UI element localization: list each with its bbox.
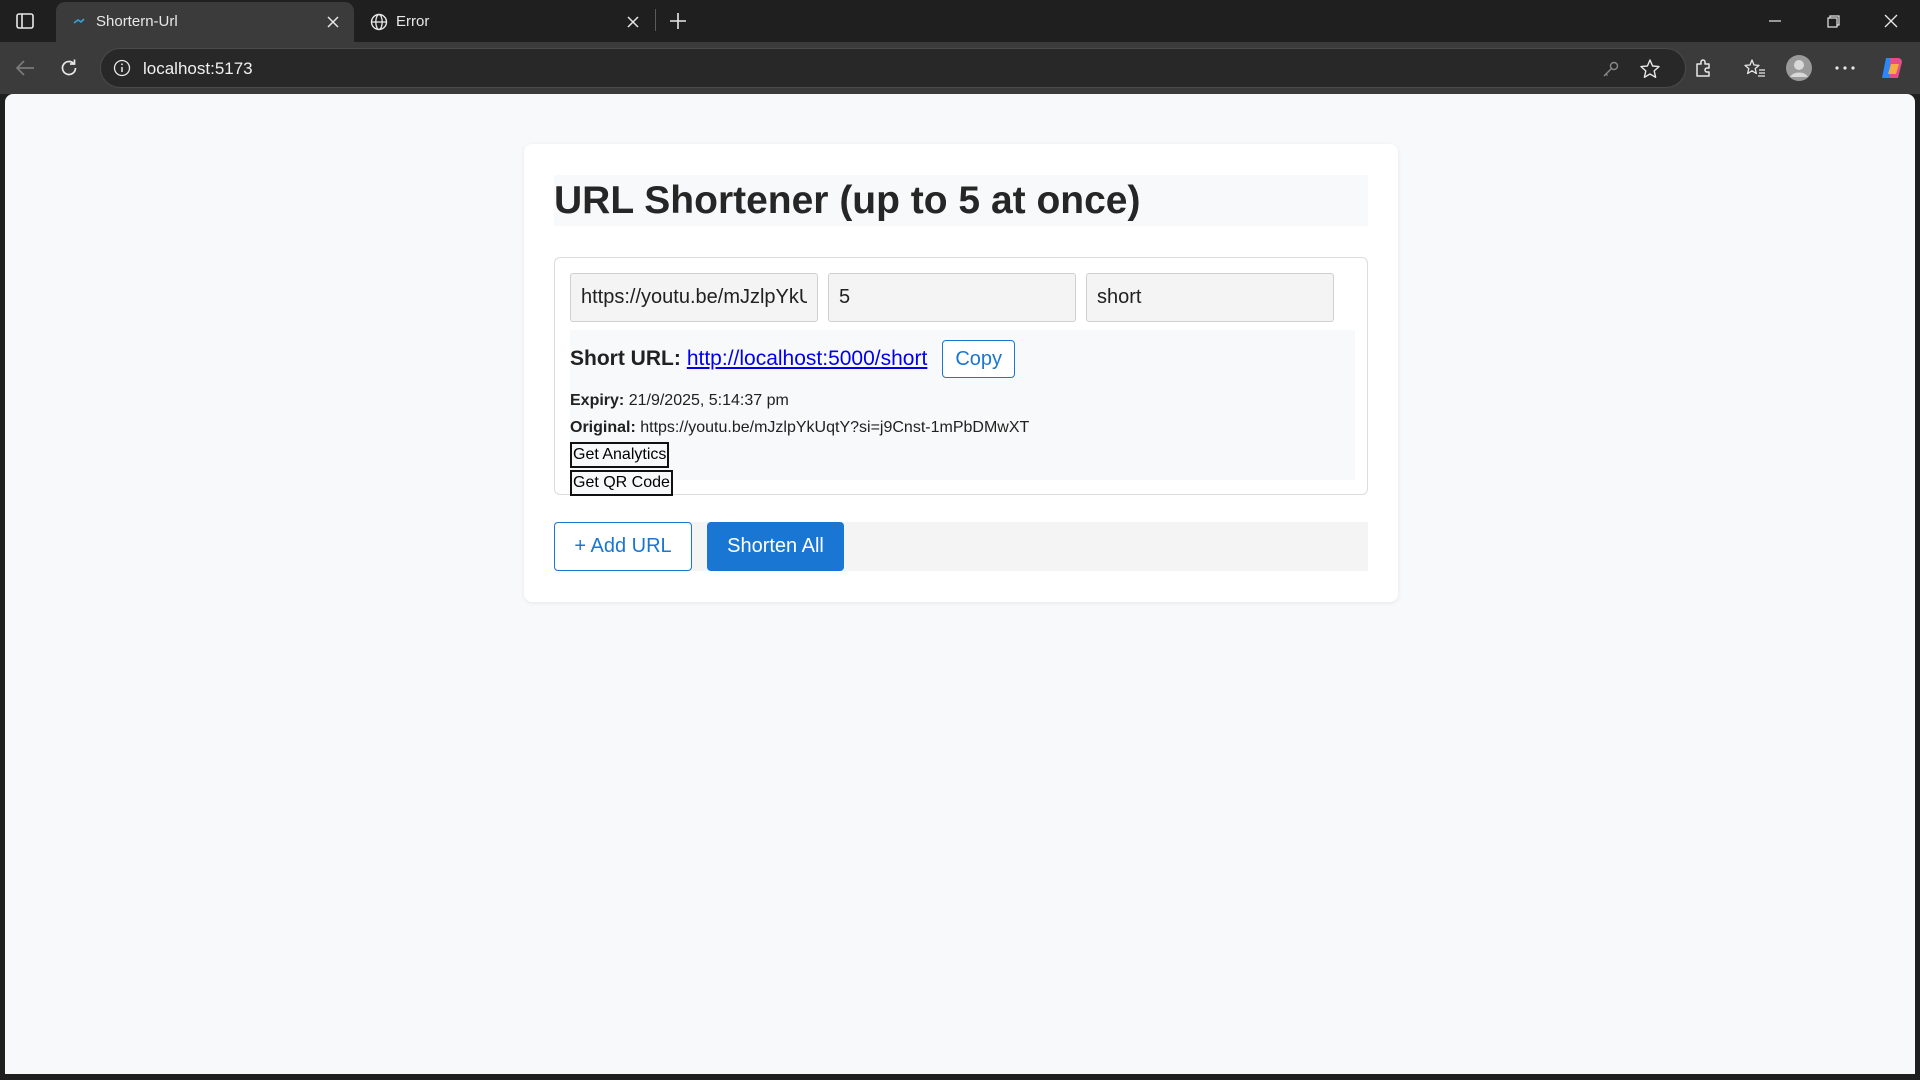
add-url-button[interactable]: + Add URL — [554, 522, 692, 571]
expiry-info: Expiry: 21/9/2025, 5:14:37 pm — [570, 392, 789, 410]
short-url-label: Short URL: — [570, 347, 681, 370]
long-url-input[interactable] — [570, 273, 818, 322]
tab-title: Error — [396, 13, 430, 30]
back-arrow-icon[interactable] — [9, 52, 41, 84]
url-entry-row: Short URL: http://localhost:5000/short C… — [554, 257, 1368, 496]
key-icon[interactable] — [1599, 57, 1623, 81]
new-tab-icon[interactable] — [663, 7, 693, 35]
original-info: Original: https://youtu.be/mJzlpYkUqtY?s… — [570, 419, 1029, 437]
short-url-link[interactable]: http://localhost:5000/short — [687, 347, 928, 371]
shortener-card: URL Shortener (up to 5 at once) Short UR… — [524, 144, 1398, 602]
close-tab-icon[interactable] — [322, 11, 344, 33]
sidebar-toggle-icon[interactable] — [10, 9, 40, 33]
copilot-icon[interactable] — [1876, 52, 1908, 84]
close-tab-icon[interactable] — [622, 11, 644, 33]
profile-avatar-icon[interactable] — [1783, 52, 1815, 84]
address-bar[interactable]: localhost:5173 — [100, 48, 1686, 88]
get-qr-code-button[interactable]: Get QR Code — [570, 470, 673, 496]
link-favicon-icon — [70, 13, 88, 31]
actions-bar: + Add URL Shorten All — [554, 522, 1368, 571]
minimize-icon[interactable] — [1746, 0, 1804, 42]
result-panel: Short URL: http://localhost:5000/short C… — [570, 330, 1355, 496]
expiry-label: Expiry: — [570, 392, 625, 409]
get-analytics-button[interactable]: Get Analytics — [570, 442, 670, 468]
custom-code-input[interactable] — [1086, 273, 1334, 322]
expiry-minutes-input[interactable] — [828, 273, 1076, 322]
favorites-list-icon[interactable] — [1739, 52, 1771, 84]
original-label: Original: — [570, 419, 636, 436]
shorten-all-button[interactable]: Shorten All — [707, 522, 844, 571]
extensions-puzzle-icon[interactable] — [1687, 52, 1719, 84]
tab-error[interactable]: Error — [356, 2, 654, 42]
expiry-value: 21/9/2025, 5:14:37 pm — [628, 392, 789, 409]
globe-icon — [370, 13, 388, 31]
site-info-icon[interactable] — [111, 57, 133, 79]
short-url-line: Short URL: http://localhost:5000/short C… — [570, 340, 1016, 378]
page-viewport: URL Shortener (up to 5 at once) Short UR… — [5, 94, 1915, 1074]
address-text[interactable]: localhost:5173 — [143, 59, 253, 79]
tab-strip: Shortern-Url Error — [0, 0, 1920, 42]
restore-icon[interactable] — [1804, 0, 1862, 42]
browser-toolbar: localhost:5173 — [0, 42, 1920, 94]
close-window-icon[interactable] — [1862, 0, 1920, 42]
tab-title: Shortern-Url — [96, 13, 178, 30]
reload-icon[interactable] — [53, 52, 85, 84]
copy-button[interactable]: Copy — [942, 340, 1016, 378]
tab-shortern-url[interactable]: Shortern-Url — [56, 2, 354, 42]
page-title: URL Shortener (up to 5 at once) — [554, 175, 1368, 226]
favorite-star-icon[interactable] — [1637, 56, 1663, 82]
tab-separator — [655, 9, 656, 31]
original-value: https://youtu.be/mJzlpYkUqtY?si=j9Cnst-1… — [640, 419, 1030, 436]
more-options-icon[interactable] — [1829, 52, 1861, 84]
